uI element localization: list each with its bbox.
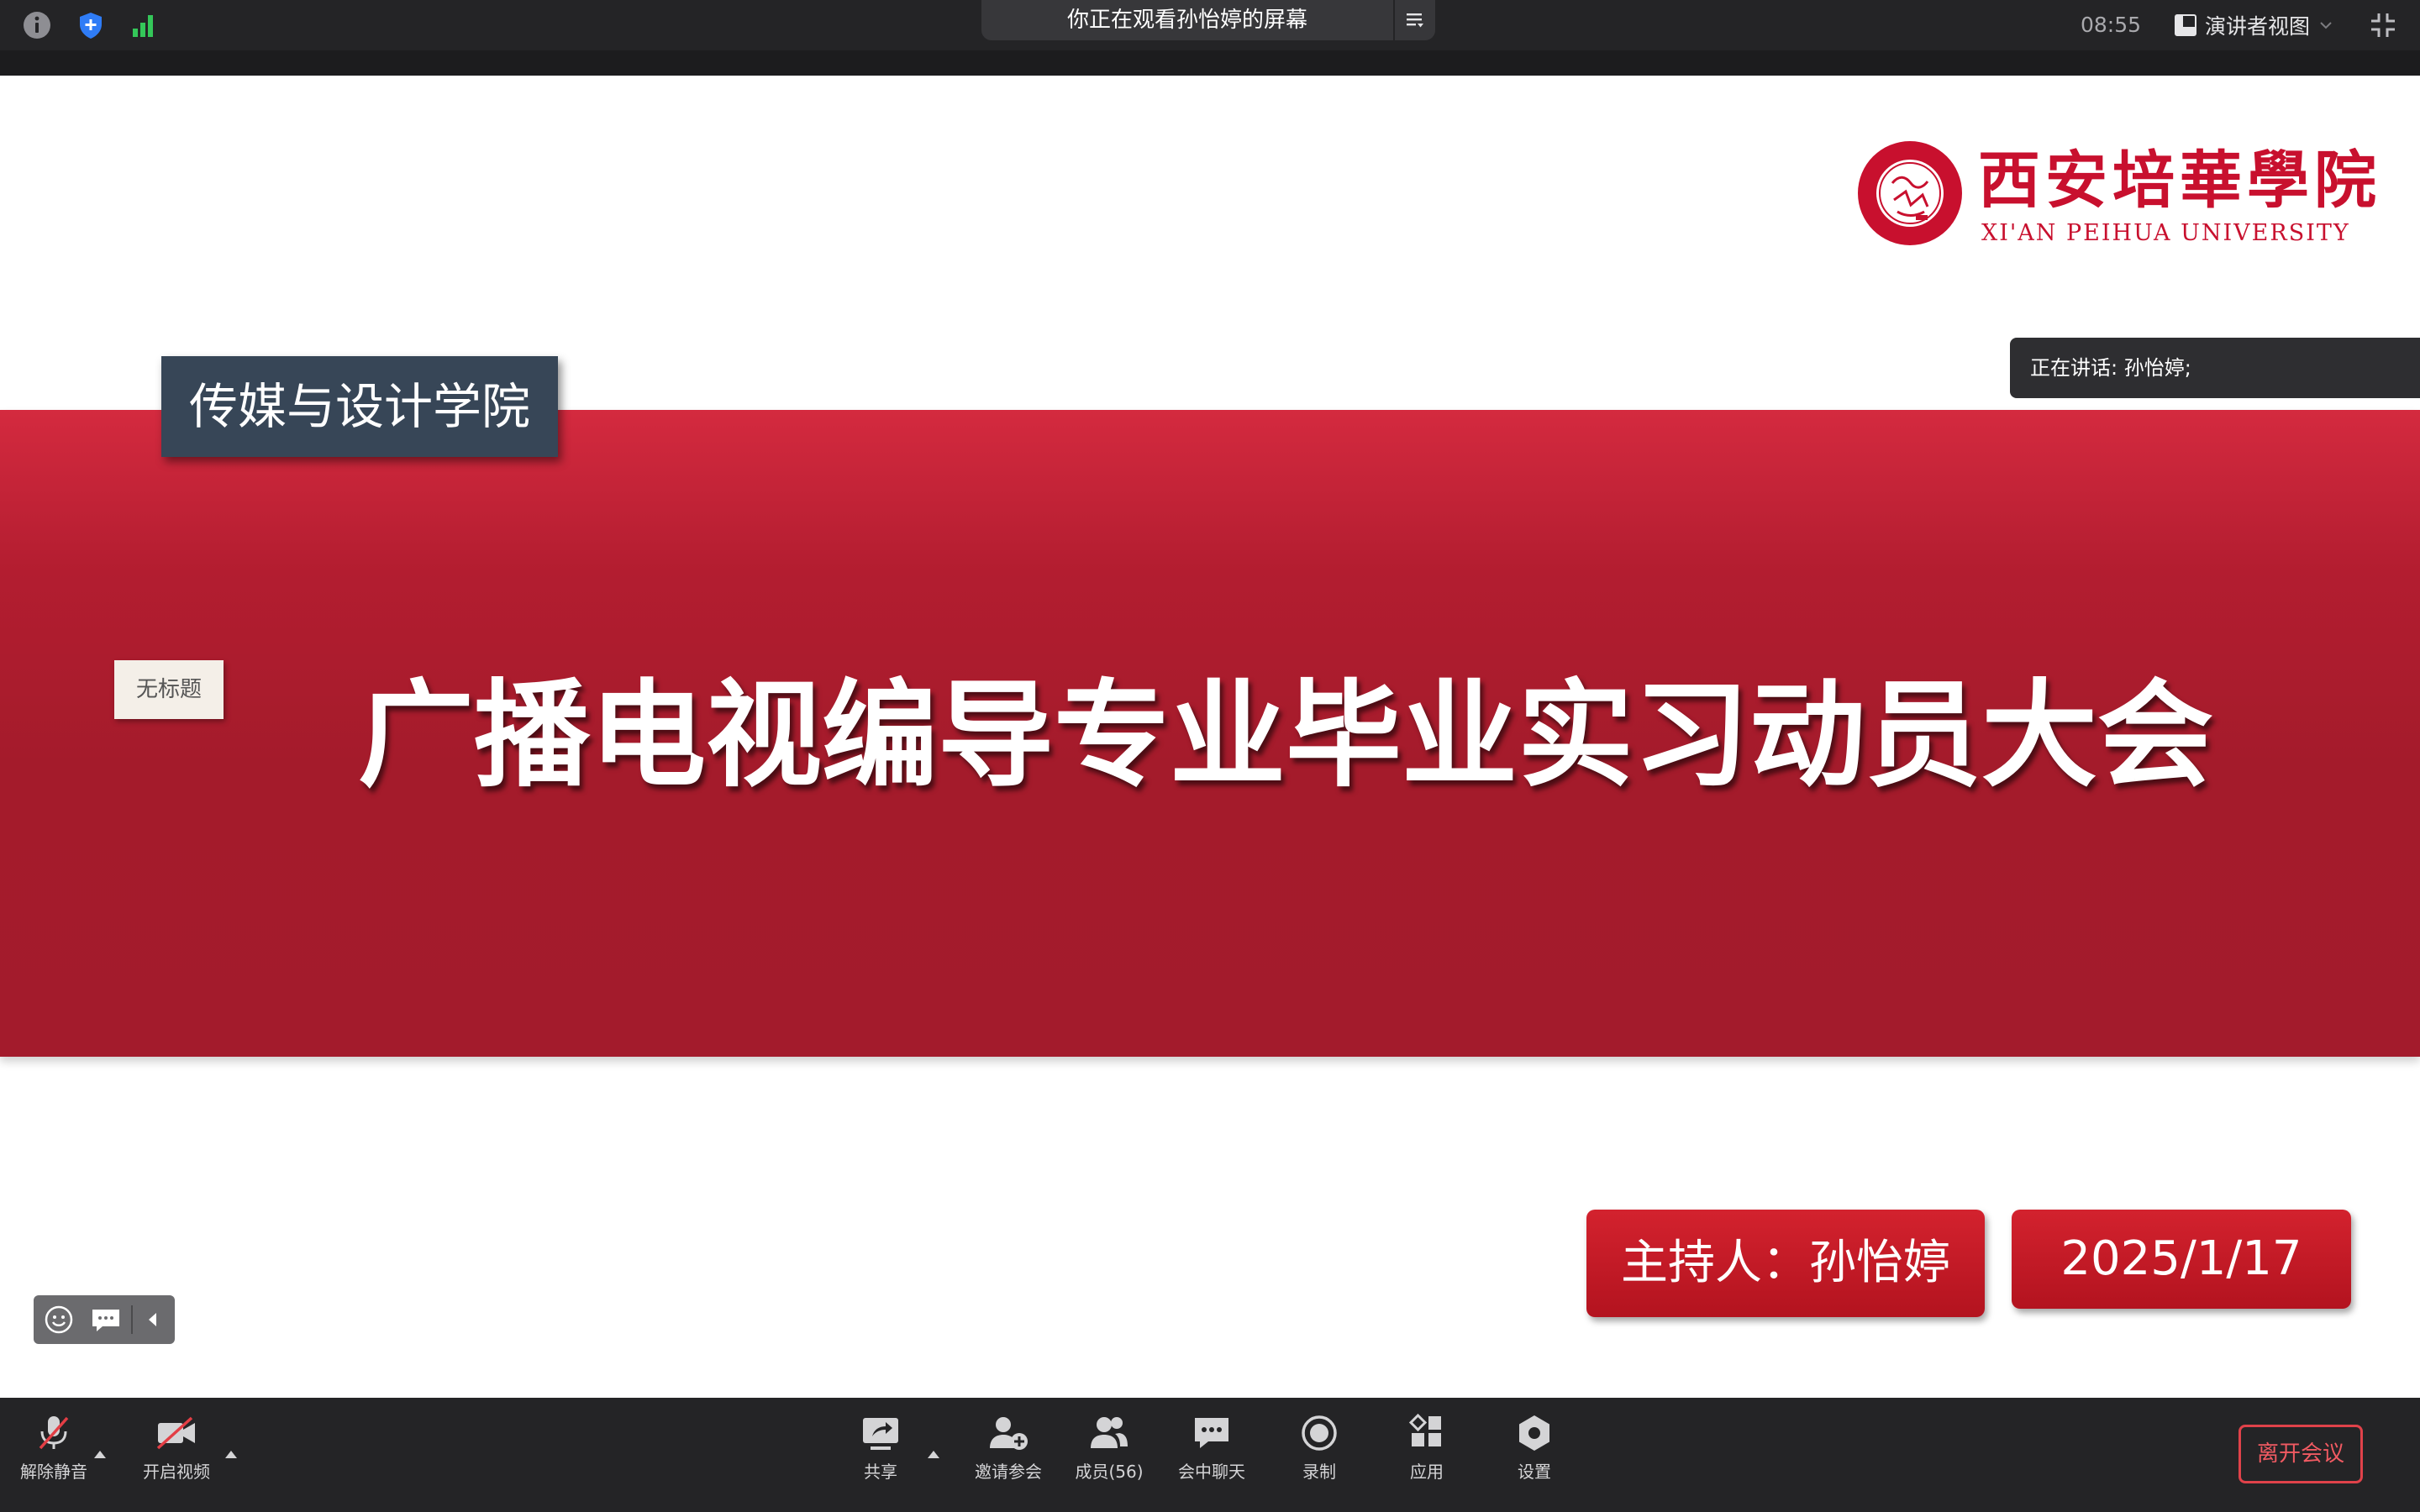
host-label: 主持人：孙怡婷	[1586, 1210, 1985, 1317]
collapse-arrow-icon[interactable]	[145, 1310, 160, 1329]
unmute-button[interactable]: 解除静音	[3, 1413, 104, 1494]
share-screen-icon	[863, 1418, 898, 1450]
microphone-muted-icon	[39, 1416, 69, 1450]
exit-fullscreen-icon[interactable]	[2368, 10, 2398, 40]
view-mode-dropdown[interactable]: 演讲者视图	[2175, 10, 2332, 40]
signal-strength-icon[interactable]	[129, 10, 160, 40]
video-camera-off-icon	[156, 1416, 195, 1450]
start-video-button[interactable]: 开启视频	[126, 1413, 227, 1494]
invite-button[interactable]: 邀请参会	[958, 1413, 1059, 1494]
apps-button[interactable]: 应用	[1376, 1413, 1477, 1494]
sharing-status-title: 你正在观看孙怡婷的屏幕	[981, 0, 1393, 40]
record-icon	[1302, 1415, 1337, 1451]
record-label: 录制	[1302, 1462, 1336, 1482]
date-label: 2025/1/17	[2012, 1210, 2351, 1309]
untitled-note: 无标题	[114, 660, 224, 719]
members-button[interactable]: 成员(56)	[1059, 1413, 1160, 1494]
share-view-options-button[interactable]	[1395, 0, 1435, 40]
shield-icon[interactable]	[76, 10, 106, 40]
chat-label: 会中聊天	[1178, 1462, 1245, 1482]
view-mode-label: 演讲者视图	[2205, 14, 2311, 39]
reaction-toolbar	[34, 1295, 175, 1344]
share-options-caret-icon[interactable]	[926, 1448, 941, 1460]
danmaku-comment-icon[interactable]	[89, 1305, 123, 1335]
settings-button[interactable]: 设置	[1484, 1413, 1585, 1494]
shared-screen-slide: 传媒与设计学院 无标题 广播电视编导专业毕业实习动员大会 主持人：孙怡婷 202…	[0, 76, 2420, 1398]
info-icon[interactable]	[22, 10, 52, 40]
leave-meeting-button[interactable]: 离开会议	[2238, 1425, 2363, 1483]
slide-title: 广播电视编导专业毕业实习动员大会	[357, 666, 2213, 803]
speaker-view-icon	[2175, 14, 2196, 36]
settings-label: 设置	[1518, 1462, 1551, 1482]
chevron-down-icon	[2320, 22, 2332, 29]
add-user-icon	[990, 1417, 1028, 1450]
meeting-toolbar: 解除静音 开启视频 共享 邀请参会 成员(56) 会中聊天 录制 应用 设置 离…	[0, 1398, 2420, 1512]
list-menu-icon	[1407, 13, 1423, 28]
members-label: 成员(56)	[1075, 1462, 1144, 1482]
chat-button[interactable]: 会中聊天	[1161, 1413, 1262, 1494]
meeting-clock: 08:55	[2081, 13, 2142, 37]
share-label: 共享	[864, 1462, 897, 1482]
university-name-cn: 西安培華學院	[1978, 144, 2381, 217]
audio-options-caret-icon[interactable]	[92, 1448, 108, 1460]
chat-icon	[1195, 1418, 1228, 1448]
department-label: 传媒与设计学院	[161, 356, 558, 457]
gear-icon	[1519, 1415, 1549, 1451]
record-button[interactable]: 录制	[1269, 1413, 1370, 1494]
emoji-reaction-icon[interactable]	[44, 1305, 74, 1335]
video-options-caret-icon[interactable]	[224, 1448, 239, 1460]
unmute-label: 解除静音	[20, 1462, 87, 1482]
active-speaker-banner: 正在讲话: 孙怡婷;	[2010, 338, 2420, 398]
members-icon	[1091, 1417, 1128, 1448]
pill-divider	[131, 1305, 133, 1334]
share-screen-button[interactable]: 共享	[830, 1413, 931, 1494]
top-bar: 你正在观看孙怡婷的屏幕 08:55 演讲者视图	[0, 0, 2420, 50]
invite-label: 邀请参会	[975, 1462, 1042, 1482]
apps-label: 应用	[1410, 1462, 1444, 1482]
apps-grid-icon	[1408, 1413, 1441, 1446]
university-name-en: XI'AN PEIHUA UNIVERSITY	[1981, 220, 2350, 246]
start-video-label: 开启视频	[143, 1462, 210, 1482]
meeting-window: 你正在观看孙怡婷的屏幕 08:55 演讲者视图 传媒与设计学院 无标题 广播电视…	[0, 0, 2420, 1512]
university-seal-logo	[1858, 141, 1962, 245]
